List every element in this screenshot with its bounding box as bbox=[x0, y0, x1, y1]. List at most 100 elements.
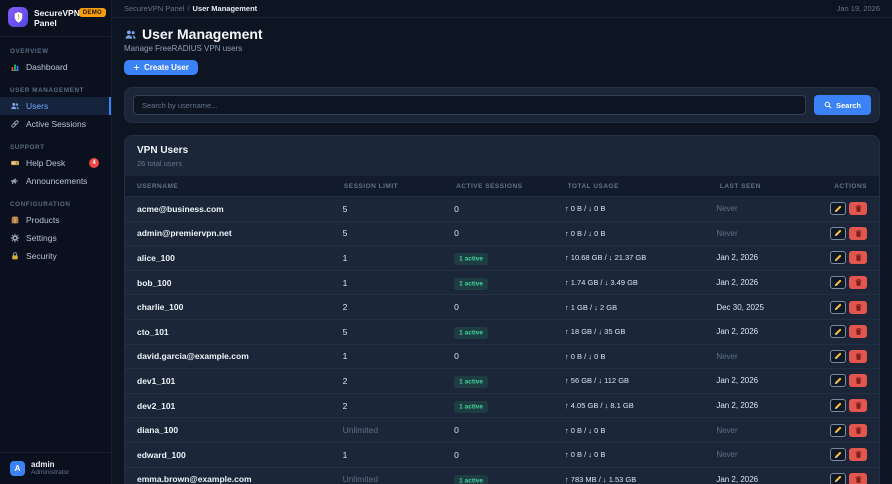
search-button[interactable]: Search bbox=[814, 95, 871, 115]
delete-user-button[interactable] bbox=[849, 473, 867, 484]
pencil-icon bbox=[834, 328, 842, 336]
sidebar-section-configuration: CONFIGURATION bbox=[10, 201, 101, 208]
delete-user-button[interactable] bbox=[849, 399, 867, 412]
delete-user-button[interactable] bbox=[849, 227, 867, 240]
delete-user-button[interactable] bbox=[849, 251, 867, 264]
cell-username: emma.brown@example.com bbox=[137, 474, 343, 484]
avatar: A bbox=[10, 461, 25, 476]
sidebar-item-label: Users bbox=[26, 101, 48, 111]
active-sessions-badge: 1 active bbox=[454, 327, 488, 339]
cell-actions bbox=[830, 301, 867, 314]
cell-username: dev2_101 bbox=[137, 401, 343, 411]
topbar: SecureVPN Panel / User Management Jan 19… bbox=[112, 0, 892, 18]
cell-active-sessions: 1 active bbox=[454, 327, 565, 337]
sidebar-item-products[interactable]: Products bbox=[0, 211, 111, 229]
sidebar-section-overview: OVERVIEW bbox=[10, 48, 101, 55]
delete-user-button[interactable] bbox=[849, 424, 867, 437]
pencil-icon bbox=[834, 205, 842, 213]
table-row: david.garcia@example.com10↑ 0 B / ↓ 0 BN… bbox=[125, 344, 879, 369]
cell-active-sessions: 1 active bbox=[454, 474, 565, 484]
delete-user-button[interactable] bbox=[849, 350, 867, 363]
edit-user-button[interactable] bbox=[830, 301, 846, 314]
edit-user-button[interactable] bbox=[830, 374, 846, 387]
trash-icon bbox=[854, 426, 863, 435]
cell-session-limit: 1 bbox=[343, 450, 455, 460]
cell-total-usage: ↑ 0 B / ↓ 0 B bbox=[565, 204, 716, 213]
cell-total-usage: ↑ 1 GB / ↓ 2 GB bbox=[565, 303, 716, 312]
cell-total-usage: ↑ 4.05 GB / ↓ 8.1 GB bbox=[565, 401, 716, 410]
cell-username: cto_101 bbox=[137, 327, 343, 337]
sidebar-item-label: Products bbox=[26, 215, 60, 225]
app-title: SecureVPN Panel bbox=[34, 7, 84, 28]
cell-username: diana_100 bbox=[137, 425, 343, 435]
delete-user-button[interactable] bbox=[849, 374, 867, 387]
cell-active-sessions: 0 bbox=[454, 204, 565, 214]
active-sessions-badge: 1 active bbox=[454, 401, 488, 413]
delete-user-button[interactable] bbox=[849, 448, 867, 461]
pencil-icon bbox=[834, 451, 842, 459]
cell-actions bbox=[830, 473, 867, 484]
cell-active-sessions: 0 bbox=[454, 351, 565, 361]
edit-user-button[interactable] bbox=[830, 325, 846, 338]
sidebar-item-security[interactable]: Security bbox=[0, 247, 111, 265]
delete-user-button[interactable] bbox=[849, 325, 867, 338]
cell-session-limit: 1 bbox=[343, 351, 455, 361]
sidebar: SecureVPN Panel DEMO OVERVIEWDashboardUS… bbox=[0, 0, 112, 484]
table-row: cto_10151 active↑ 18 GB / ↓ 35 GBJan 2, … bbox=[125, 319, 879, 344]
cell-session-limit: 5 bbox=[343, 327, 455, 337]
pencil-icon bbox=[834, 352, 842, 360]
table-row: diana_100Unlimited0↑ 0 B / ↓ 0 BNever bbox=[125, 417, 879, 442]
create-user-button[interactable]: Create User bbox=[124, 60, 198, 75]
demo-badge: DEMO bbox=[79, 8, 106, 17]
delete-user-button[interactable] bbox=[849, 276, 867, 289]
user-role: Administrator bbox=[31, 469, 69, 477]
cell-username: charlie_100 bbox=[137, 302, 343, 312]
users-icon bbox=[10, 101, 20, 111]
sidebar-user[interactable]: A admin Administrator bbox=[0, 452, 111, 484]
pencil-icon bbox=[834, 426, 842, 434]
sidebar-item-label: Settings bbox=[26, 233, 57, 243]
page-title: User Management bbox=[142, 26, 263, 42]
edit-user-button[interactable] bbox=[830, 202, 846, 215]
sidebar-item-dashboard[interactable]: Dashboard bbox=[0, 58, 111, 76]
cell-username: edward_100 bbox=[137, 450, 343, 460]
delete-user-button[interactable] bbox=[849, 301, 867, 314]
sidebar-item-label: Active Sessions bbox=[26, 119, 86, 129]
app-logo-block: SecureVPN Panel DEMO bbox=[0, 0, 111, 37]
sidebar-item-active-sessions[interactable]: Active Sessions bbox=[0, 115, 111, 133]
table-body: acme@business.com50↑ 0 B / ↓ 0 BNeveradm… bbox=[125, 196, 879, 484]
table-header-row: Username Session Limit Active Sessions T… bbox=[125, 176, 879, 196]
package-icon bbox=[10, 215, 20, 225]
cell-total-usage: ↑ 1.74 GB / ↓ 3.49 GB bbox=[565, 278, 716, 287]
edit-user-button[interactable] bbox=[830, 448, 846, 461]
table-row: dev2_10121 active↑ 4.05 GB / ↓ 8.1 GBJan… bbox=[125, 393, 879, 418]
cell-last-seen: Never bbox=[716, 204, 830, 213]
sidebar-item-users[interactable]: Users bbox=[0, 97, 111, 115]
trash-icon bbox=[854, 352, 863, 361]
sidebar-section-support: SUPPORT bbox=[10, 144, 101, 151]
cell-actions bbox=[830, 350, 867, 363]
cell-total-usage: ↑ 0 B / ↓ 0 B bbox=[565, 229, 716, 238]
edit-user-button[interactable] bbox=[830, 350, 846, 363]
breadcrumb-root[interactable]: SecureVPN Panel bbox=[124, 4, 184, 13]
edit-user-button[interactable] bbox=[830, 424, 846, 437]
cell-session-limit: Unlimited bbox=[343, 474, 455, 484]
sidebar-item-settings[interactable]: Settings bbox=[0, 229, 111, 247]
table-row: admin@premiervpn.net50↑ 0 B / ↓ 0 BNever bbox=[125, 221, 879, 246]
pencil-icon bbox=[834, 254, 842, 262]
search-input[interactable] bbox=[133, 95, 806, 115]
edit-user-button[interactable] bbox=[830, 399, 846, 412]
user-name: admin bbox=[31, 460, 69, 469]
delete-user-button[interactable] bbox=[849, 202, 867, 215]
sidebar-item-announcements[interactable]: Announcements bbox=[0, 172, 111, 190]
table-row: charlie_10020↑ 1 GB / ↓ 2 GBDec 30, 2025 bbox=[125, 294, 879, 319]
edit-user-button[interactable] bbox=[830, 276, 846, 289]
cell-last-seen: Never bbox=[716, 450, 830, 459]
cell-actions bbox=[830, 251, 867, 264]
sidebar-item-help-desk[interactable]: Help Desk4 bbox=[0, 154, 111, 172]
edit-user-button[interactable] bbox=[830, 227, 846, 240]
active-sessions-badge: 1 active bbox=[454, 278, 488, 290]
edit-user-button[interactable] bbox=[830, 251, 846, 264]
edit-user-button[interactable] bbox=[830, 473, 846, 484]
cell-username: acme@business.com bbox=[137, 204, 343, 214]
